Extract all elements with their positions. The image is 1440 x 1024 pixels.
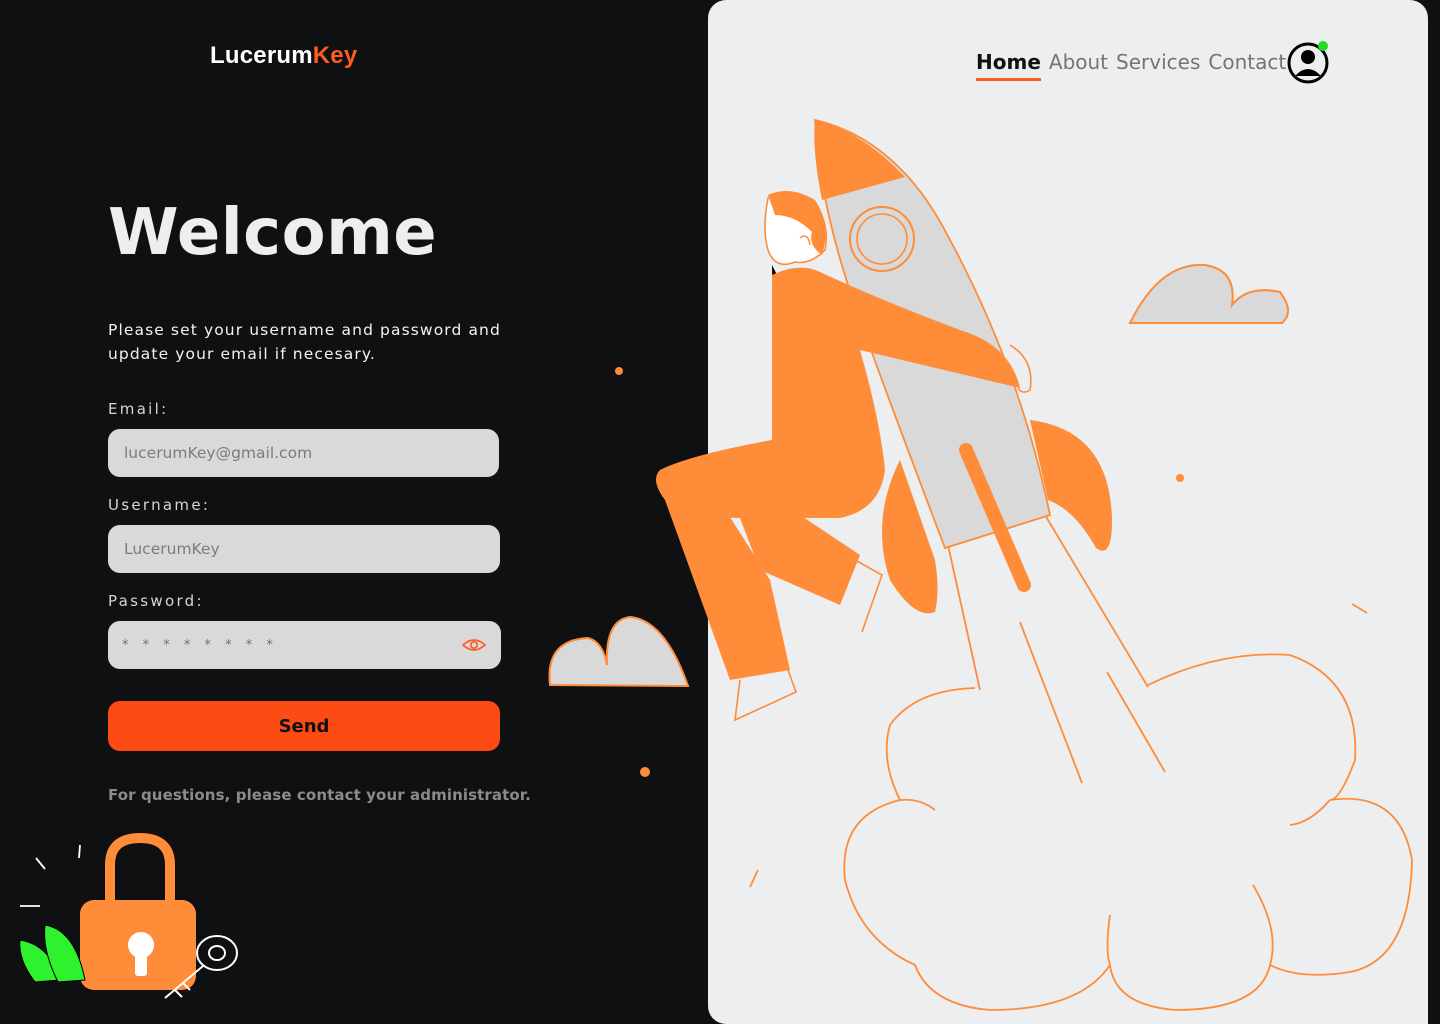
decor-dot — [615, 367, 623, 375]
nav-about[interactable]: About — [1049, 50, 1108, 81]
cloud-icon — [548, 615, 690, 688]
password-mask: * * * * * * * * — [122, 637, 278, 653]
brand-name-main: Lucerum — [210, 42, 313, 69]
nav-services[interactable]: Services — [1116, 50, 1200, 81]
online-status-dot — [1318, 41, 1328, 51]
nav-home[interactable]: Home — [976, 50, 1041, 81]
brand-logo[interactable]: LucerumKey — [210, 42, 357, 70]
help-text: For questions, please contact your admin… — [108, 786, 531, 804]
padlock-icon — [80, 900, 196, 990]
page-title: Welcome — [108, 196, 438, 270]
hero-panel — [708, 0, 1428, 1024]
eye-icon[interactable] — [461, 635, 487, 655]
password-field[interactable]: * * * * * * * * — [108, 621, 501, 669]
username-label: Username: — [108, 496, 211, 514]
top-nav: Home About Services Contact — [976, 50, 1286, 81]
password-label: Password: — [108, 592, 204, 610]
nav-contact[interactable]: Contact — [1208, 50, 1286, 81]
username-field[interactable] — [122, 539, 486, 559]
brand-name-accent: Key — [312, 42, 358, 69]
key-icon — [164, 935, 238, 999]
intro-text: Please set your username and password an… — [108, 321, 501, 363]
decor-dot — [640, 767, 650, 777]
send-button[interactable]: Send — [108, 701, 500, 751]
email-field-wrapper — [108, 429, 499, 477]
email-label: Email: — [108, 400, 169, 418]
user-avatar-icon[interactable] — [1286, 38, 1332, 84]
email-field[interactable] — [122, 443, 485, 463]
username-field-wrapper — [108, 525, 500, 573]
